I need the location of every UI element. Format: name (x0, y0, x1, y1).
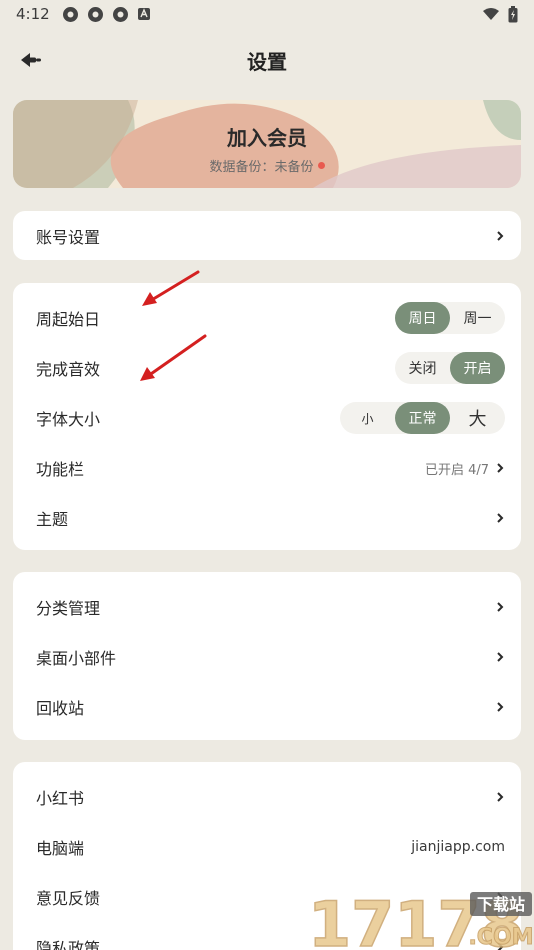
chevron-right-icon (497, 463, 504, 473)
chevron-right-icon (497, 602, 504, 612)
category-manage-label: 分类管理 (36, 599, 101, 618)
membership-banner[interactable]: 加入会员 数据备份：未备份 (13, 100, 521, 188)
annotation-arrow (140, 334, 207, 381)
svg-text:下载站: 下载站 (477, 895, 525, 914)
battery-icon (508, 5, 518, 22)
chevron-right-icon (497, 702, 504, 712)
privacy-policy-label: 隐私政策 (36, 939, 101, 950)
xiaohongshu-label: 小红书 (36, 789, 85, 808)
trash-label: 回收站 (36, 699, 85, 718)
chevron-right-icon (497, 792, 504, 802)
chevron-right-icon (497, 652, 504, 662)
page-title: 设置 (247, 49, 287, 74)
watermark-logo: 17178 下载站 .COM (307, 887, 534, 950)
desktop-client-url: jianjiapp.com (411, 839, 505, 855)
status-bar: 4:12 (0, 0, 534, 28)
font-small-option[interactable]: 小 (340, 402, 395, 434)
site-watermark: 17178 下载站 .COM (306, 884, 534, 950)
week-start-sunday-option[interactable]: 周日 (395, 302, 450, 334)
desktop-widget-row[interactable]: 桌面小部件 (13, 632, 521, 682)
week-start-row: 周起始日 周日 周一 (13, 293, 521, 343)
theme-row[interactable]: 主题 (13, 493, 521, 543)
font-size-toggle: 小 正常 大 (340, 402, 505, 434)
top-bar: 设置 (0, 36, 534, 84)
status-time: 4:12 (16, 5, 50, 23)
week-start-monday-option[interactable]: 周一 (450, 302, 505, 334)
week-start-label: 周起始日 (36, 310, 101, 329)
font-size-label: 字体大小 (36, 410, 101, 429)
back-icon[interactable] (18, 48, 46, 72)
chevron-right-icon (497, 513, 504, 523)
feedback-label: 意见反馈 (36, 889, 101, 908)
xiaohongshu-row[interactable]: 小红书 (13, 772, 521, 822)
manage-card: 分类管理 桌面小部件 回收站 (13, 572, 521, 740)
account-settings-row[interactable]: 账号设置 (13, 211, 521, 260)
completion-sound-toggle: 关闭 开启 (395, 352, 505, 384)
desktop-client-label: 电脑端 (36, 839, 85, 858)
toolbar-value: 已开启 4/7 (424, 462, 489, 478)
week-start-toggle: 周日 周一 (395, 302, 505, 334)
notification-icon (112, 6, 128, 22)
backup-status: 数据备份：未备份 (13, 156, 521, 175)
account-card: 账号设置 (13, 211, 521, 260)
toolbar-label: 功能栏 (36, 460, 85, 479)
desktop-client-row[interactable]: 电脑端 jianjiapp.com (13, 822, 521, 872)
trash-row[interactable]: 回收站 (13, 682, 521, 732)
font-large-option[interactable]: 大 (450, 402, 505, 434)
notification-icon (62, 6, 78, 22)
wifi-icon (483, 8, 499, 20)
theme-label: 主题 (36, 510, 69, 529)
notification-icon (87, 6, 103, 22)
account-settings-label: 账号设置 (36, 227, 101, 247)
completion-sound-label: 完成音效 (36, 360, 101, 379)
app-notification-icon (137, 8, 150, 20)
alert-dot-icon (317, 162, 325, 169)
chevron-right-icon (497, 230, 504, 241)
svg-text:.COM: .COM (468, 925, 533, 950)
font-normal-option[interactable]: 正常 (395, 402, 450, 434)
sound-off-option[interactable]: 关闭 (395, 352, 450, 384)
category-manage-row[interactable]: 分类管理 (13, 582, 521, 632)
font-size-row: 字体大小 小 正常 大 (13, 393, 521, 443)
desktop-widget-label: 桌面小部件 (36, 649, 117, 668)
toolbar-row[interactable]: 功能栏 已开启 4/7 (13, 443, 521, 493)
sound-on-option[interactable]: 开启 (450, 352, 505, 384)
completion-sound-row: 完成音效 关闭 开启 (13, 343, 521, 393)
preferences-card: 周起始日 周日 周一 完成音效 关闭 开启 字体大小 小 正常 大 功能栏 已开… (13, 283, 521, 550)
annotation-arrow (142, 270, 200, 306)
backup-status-text: 数据备份：未备份 (209, 160, 314, 175)
banner-title: 加入会员 (227, 126, 307, 150)
